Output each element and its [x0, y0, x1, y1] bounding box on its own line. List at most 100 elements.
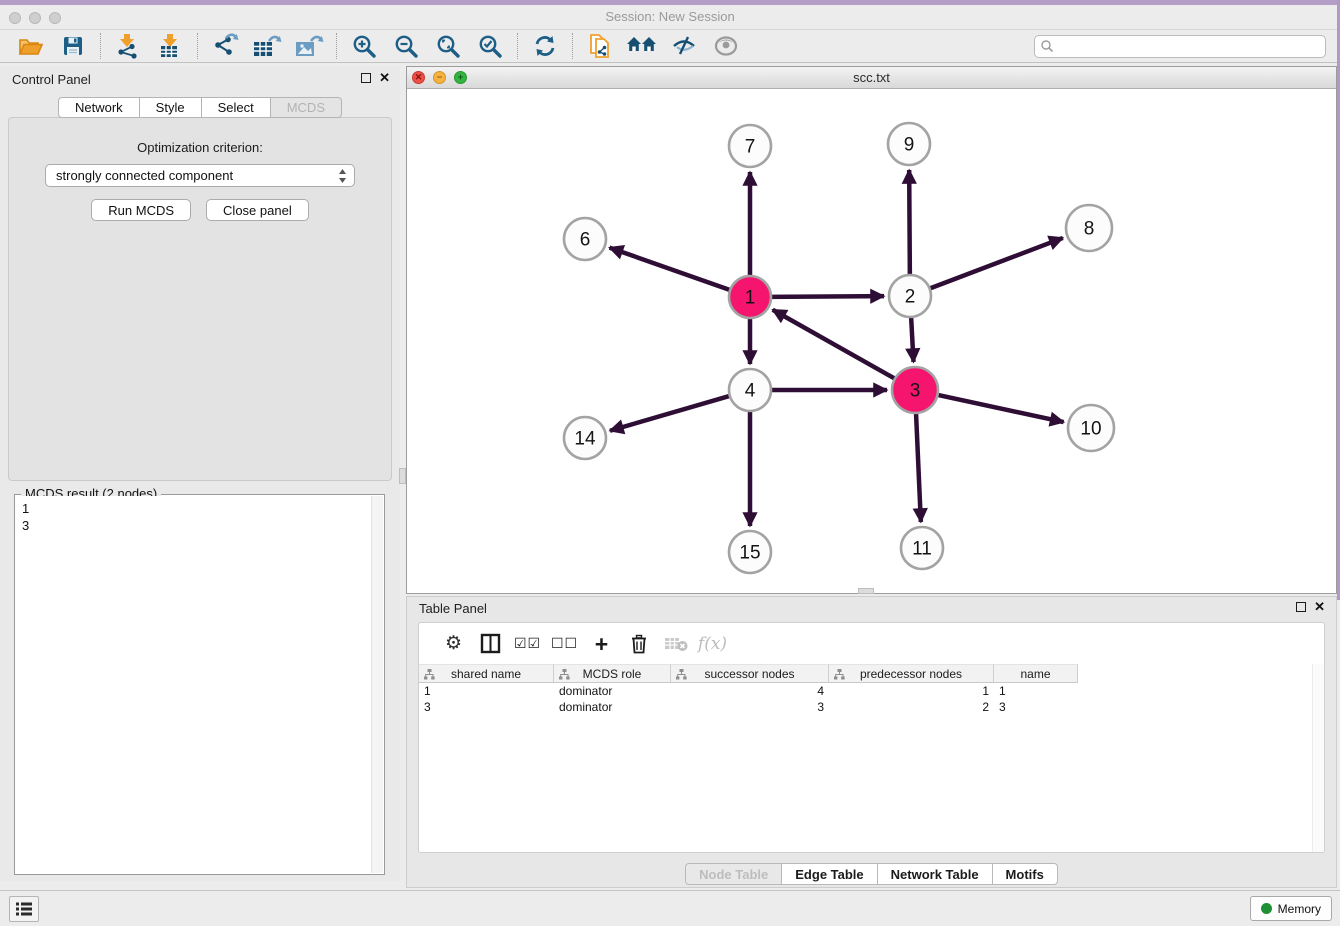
columns-icon — [480, 633, 501, 654]
open-session-button[interactable] — [10, 31, 52, 61]
graph-edge-1-6[interactable] — [610, 248, 733, 291]
float-table-panel-icon[interactable] — [1296, 602, 1306, 612]
tab-select[interactable]: Select — [202, 97, 271, 118]
graph-node-label-14: 14 — [574, 429, 596, 450]
eye-slash-icon — [671, 34, 697, 58]
column-header-predecessor-nodes[interactable]: predecessor nodes — [829, 664, 994, 683]
cell-shared-name[interactable]: 3 — [419, 700, 554, 714]
export-table-button[interactable] — [246, 31, 288, 61]
column-header-successor-nodes[interactable]: successor nodes — [671, 664, 829, 683]
delete-table-button[interactable] — [657, 629, 694, 659]
close-panel-button[interactable]: Close panel — [206, 199, 309, 221]
column-header-shared-name[interactable]: shared name — [419, 664, 554, 683]
select-all-columns-button[interactable]: ☑☑ — [509, 629, 546, 659]
cell-predecessor-nodes[interactable]: 2 — [829, 700, 994, 714]
unchecked-boxes-icon: ☐☐ — [551, 635, 578, 652]
cell-successor-nodes[interactable]: 4 — [671, 684, 829, 698]
select-arrows-icon — [338, 168, 347, 187]
tab-mcds[interactable]: MCDS — [271, 97, 342, 118]
graph-node-label-4: 4 — [745, 381, 756, 402]
function-builder-button[interactable]: f(x) — [694, 629, 731, 659]
search-input[interactable] — [1034, 35, 1326, 58]
close-table-panel-icon[interactable]: ✕ — [1314, 602, 1325, 612]
graph-edge-1-2[interactable] — [769, 296, 884, 297]
tab-network[interactable]: Network — [58, 97, 140, 118]
column-label: MCDS role — [583, 667, 642, 681]
zoom-selected-button[interactable] — [469, 31, 511, 61]
network-graph: 1234678910111415 — [407, 89, 1336, 593]
tab-motifs[interactable]: Motifs — [993, 863, 1058, 885]
cell-name[interactable]: 1 — [994, 684, 1078, 698]
import-network-button[interactable] — [107, 31, 149, 61]
network-window-titlebar[interactable]: ✕ − + scc.txt — [407, 67, 1336, 89]
graph-edge-2-3[interactable] — [911, 315, 914, 362]
import-table-button[interactable] — [149, 31, 191, 61]
table-scrollbar[interactable] — [1312, 664, 1324, 852]
network-title: scc.txt — [407, 70, 1336, 85]
export-image-button[interactable] — [288, 31, 330, 61]
deselect-all-columns-button[interactable]: ☐☐ — [546, 629, 583, 659]
tab-node-table[interactable]: Node Table — [685, 863, 782, 885]
duplicate-network-button[interactable] — [579, 31, 621, 61]
result-scrollbar[interactable] — [371, 496, 383, 873]
table-settings-button[interactable]: ⚙ — [435, 629, 472, 659]
table-row[interactable]: 3 dominator 3 2 3 — [419, 699, 1324, 715]
graph-edge-4-14[interactable] — [610, 395, 732, 430]
control-panel-tabs: Network Style Select MCDS — [0, 97, 400, 118]
toolbar-separator — [336, 33, 337, 59]
network-canvas[interactable]: 1234678910111415 — [407, 89, 1336, 593]
optimization-criterion-select[interactable]: strongly connected component — [45, 164, 355, 187]
float-panel-icon[interactable] — [361, 73, 371, 83]
mcds-result-list[interactable]: 1 3 — [16, 496, 371, 873]
vertical-splitter-grip[interactable] — [399, 468, 406, 484]
cell-successor-nodes[interactable]: 3 — [671, 700, 829, 714]
graph-node-label-7: 7 — [745, 137, 756, 158]
graph-node-label-15: 15 — [739, 543, 760, 564]
horizontal-splitter-grip[interactable] — [858, 588, 874, 594]
home-button[interactable] — [621, 31, 663, 61]
refresh-button[interactable] — [524, 31, 566, 61]
graph-node-label-9: 9 — [904, 135, 915, 156]
graph-edge-3-11[interactable] — [916, 411, 921, 522]
delete-row-button[interactable] — [620, 629, 657, 659]
close-panel-icon[interactable]: ✕ — [379, 73, 390, 83]
status-bar: Memory — [0, 890, 1340, 926]
column-header-mcds-role[interactable]: MCDS role — [554, 664, 671, 683]
graph-edge-3-10[interactable] — [936, 394, 1064, 422]
toolbar-separator — [100, 33, 101, 59]
cell-shared-name[interactable]: 1 — [419, 684, 554, 698]
list-icon — [15, 901, 33, 917]
cell-predecessor-nodes[interactable]: 1 — [829, 684, 994, 698]
cell-mcds-role[interactable]: dominator — [554, 684, 671, 698]
graph-edge-2-9[interactable] — [909, 170, 910, 277]
function-icon: f(x) — [698, 634, 727, 654]
toggle-hide-panel-button[interactable] — [663, 31, 705, 61]
export-network-button[interactable] — [204, 31, 246, 61]
save-session-button[interactable] — [52, 31, 94, 61]
memory-button[interactable]: Memory — [1250, 896, 1332, 921]
tab-style[interactable]: Style — [140, 97, 202, 118]
graph-edge-2-8[interactable] — [928, 238, 1063, 289]
zoom-out-button[interactable] — [385, 31, 427, 61]
tab-edge-table[interactable]: Edge Table — [782, 863, 877, 885]
table-row[interactable]: 1 dominator 4 1 1 — [419, 683, 1324, 699]
attribute-tree-icon — [834, 669, 845, 683]
table-panel-title: Table Panel — [419, 601, 487, 616]
cell-name[interactable]: 3 — [994, 700, 1078, 714]
run-mcds-button[interactable]: Run MCDS — [91, 199, 191, 221]
search-field-container — [1034, 35, 1326, 58]
column-header-name[interactable]: name — [994, 664, 1078, 683]
zoom-fit-button[interactable] — [427, 31, 469, 61]
gear-icon: ⚙ — [445, 634, 462, 653]
table-panel: Table Panel ✕ ⚙ ☑☑ ☐☐ + — [406, 596, 1337, 888]
cell-mcds-role[interactable]: dominator — [554, 700, 671, 714]
add-row-button[interactable]: + — [583, 629, 620, 659]
task-history-button[interactable] — [9, 896, 39, 922]
zoom-in-button[interactable] — [343, 31, 385, 61]
graph-edge-3-1[interactable] — [773, 310, 897, 380]
eye-button[interactable] — [705, 31, 747, 61]
graph-node-label-3: 3 — [910, 381, 921, 402]
mcds-result-item: 3 — [22, 517, 371, 534]
tab-network-table[interactable]: Network Table — [878, 863, 993, 885]
show-columns-button[interactable] — [472, 629, 509, 659]
